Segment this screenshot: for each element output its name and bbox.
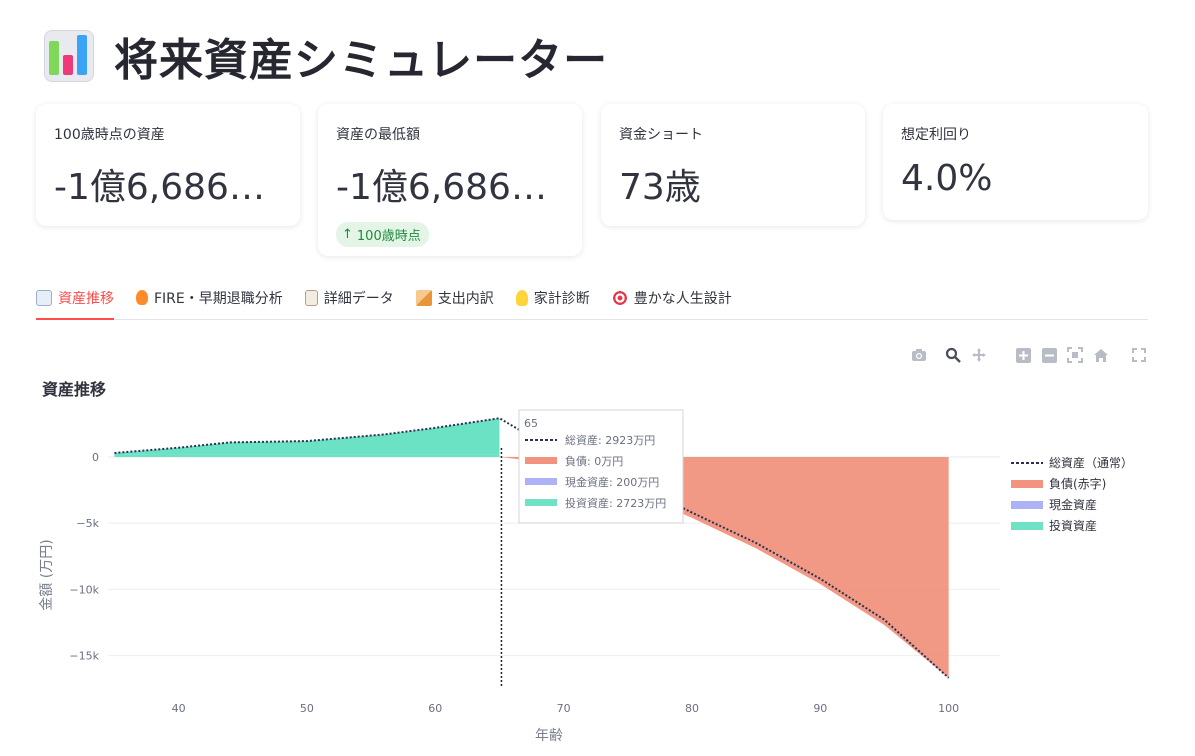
x-tick-label: 100 xyxy=(938,702,959,715)
tab-fire-analysis[interactable]: FIRE・早期退職分析 xyxy=(136,276,283,319)
x-tick-label: 80 xyxy=(685,702,699,715)
tab-label: 詳細データ xyxy=(323,290,394,307)
metric-delta-text: 100歳時点 xyxy=(356,229,421,244)
y-axis-label: 金額 (万円) xyxy=(39,539,55,610)
tab-label: 支出内訳 xyxy=(437,290,494,307)
hover-line-text: 負債: 0万円 xyxy=(565,454,623,468)
metric-value: 4.0% xyxy=(901,158,993,199)
y-tick-label: 0 xyxy=(92,451,99,464)
metric-label: 資産の最低額 xyxy=(336,127,420,143)
legend-item: 投資資産 xyxy=(1049,518,1097,533)
tab-asset-trend[interactable]: 資産推移 xyxy=(36,276,114,320)
y-tick-label: −15k xyxy=(69,650,99,663)
tab-expense-breakdown[interactable]: 支出内訳 xyxy=(415,276,494,319)
tab-household-diagnosis[interactable]: 家計診断 xyxy=(515,276,590,319)
camera-icon[interactable] xyxy=(910,346,928,364)
metric-value: -1億6,686… xyxy=(336,167,547,208)
zoom-icon[interactable] xyxy=(944,346,962,364)
tab-label: FIRE・早期退職分析 xyxy=(154,290,283,307)
legend-swatch xyxy=(1011,501,1043,509)
x-tick-label: 70 xyxy=(557,702,571,715)
x-tick-label: 90 xyxy=(813,702,827,715)
hover-swatch xyxy=(525,457,557,464)
hover-line-text: 総資産: 2923万円 xyxy=(565,433,655,447)
hover-line-text: 現金資産: 200万円 xyxy=(565,475,659,489)
target-icon xyxy=(611,289,628,306)
metric-label: 100歳時点の資産 xyxy=(54,127,165,143)
lightbulb-icon xyxy=(515,289,528,306)
metric-label: 想定利回り xyxy=(901,127,971,143)
metric-card-expected-return: 想定利回り 4.0% xyxy=(883,104,1148,220)
hover-tooltip xyxy=(518,409,684,524)
cake-icon xyxy=(415,289,432,306)
x-tick-label: 50 xyxy=(300,702,314,715)
bar-chart-icon xyxy=(44,30,94,82)
hover-x-label: 65 xyxy=(524,417,538,430)
reset-axes-icon[interactable] xyxy=(1092,346,1110,364)
x-tick-label: 40 xyxy=(172,702,186,715)
x-tick-label: 60 xyxy=(428,702,442,715)
chart-modebar xyxy=(910,346,1148,364)
fullscreen-icon[interactable] xyxy=(1130,346,1148,364)
tab-label: 資産推移 xyxy=(58,290,114,307)
metric-card-asset-at-100: 100歳時点の資産 -1億6,686… xyxy=(36,104,300,226)
autoscale-icon[interactable] xyxy=(1066,346,1084,364)
tab-label: 豊かな人生設計 xyxy=(633,290,732,307)
pan-icon[interactable] xyxy=(970,346,988,364)
chart-up-icon xyxy=(36,289,52,306)
x-axis-label: 年齢 xyxy=(535,728,563,744)
y-tick-label: −10k xyxy=(69,583,99,596)
metric-label: 資金ショート xyxy=(619,127,703,143)
liability-area xyxy=(499,456,949,678)
metric-delta-badge: ↑ 100歳時点 xyxy=(336,222,429,247)
legend-item: 総資産（通常） xyxy=(1049,455,1133,470)
legend-swatch xyxy=(1011,480,1043,488)
page-title: 将来資産シミュレーター xyxy=(44,24,608,88)
hover-line-text: 投資資産: 2723万円 xyxy=(565,496,666,510)
legend-item: 負債(赤字) xyxy=(1049,476,1106,491)
tab-bar: 資産推移 FIRE・早期退職分析 詳細データ 支出内訳 家計診断 豊かな人生設計 xyxy=(36,276,1148,320)
legend-swatch xyxy=(1011,522,1043,530)
metric-card-fund-shortage: 資金ショート 73歳 xyxy=(601,104,865,226)
clipboard-icon xyxy=(304,289,318,306)
metric-value: 73歳 xyxy=(619,167,701,208)
hover-swatch xyxy=(525,499,557,506)
zoom-out-icon[interactable] xyxy=(1040,346,1058,364)
legend-item: 現金資産 xyxy=(1049,497,1097,512)
y-tick-label: −5k xyxy=(76,517,99,530)
metric-value: -1億6,686… xyxy=(54,167,265,208)
arrow-up-icon: ↑ xyxy=(342,227,353,242)
tab-label: 家計診断 xyxy=(533,290,590,307)
total-asset-line xyxy=(114,417,950,679)
tab-life-planning[interactable]: 豊かな人生設計 xyxy=(611,276,732,319)
chart-title: 資産推移 xyxy=(42,380,107,399)
page-title-text: 将来資産シミュレーター xyxy=(114,35,609,86)
fire-icon xyxy=(136,290,148,305)
metric-card-minimum-asset: 資産の最低額 -1億6,686… ↑ 100歳時点 xyxy=(318,104,582,256)
cash-asset-area xyxy=(114,454,500,457)
tab-detail-data[interactable]: 詳細データ xyxy=(304,276,394,319)
zoom-in-icon[interactable] xyxy=(1014,346,1032,364)
investment-asset-area xyxy=(114,418,500,455)
hover-swatch xyxy=(525,478,557,485)
